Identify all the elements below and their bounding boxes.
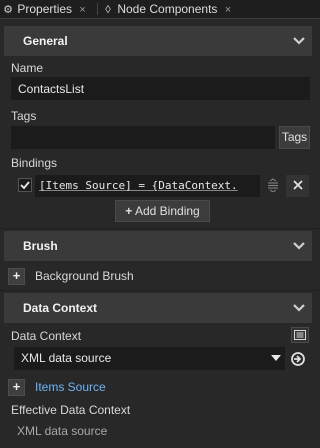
remove-binding-button[interactable] xyxy=(286,175,309,197)
divider xyxy=(0,228,320,229)
divider xyxy=(0,290,320,291)
tags-label: Tags xyxy=(11,109,37,123)
checkmark-icon xyxy=(20,181,30,190)
tab-properties[interactable]: ⚙ Properties × xyxy=(2,0,86,18)
list-icon xyxy=(294,330,306,340)
reset-arrow-icon[interactable] xyxy=(290,351,306,367)
items-source-label[interactable]: Items Source xyxy=(35,380,106,394)
section-brush-title: Brush xyxy=(23,239,58,253)
binding-checkbox[interactable] xyxy=(18,178,32,192)
close-icon[interactable]: × xyxy=(79,4,85,16)
background-brush-label: Background Brush xyxy=(35,269,134,283)
data-context-select-value: XML data source xyxy=(21,351,112,365)
tab-node-components-label: Node Components xyxy=(117,2,218,16)
tags-field[interactable] xyxy=(11,126,275,149)
tags-button[interactable]: Tags xyxy=(279,126,310,149)
gear-icon: ⚙ xyxy=(3,4,13,16)
add-binding-label: Add Binding xyxy=(134,204,200,218)
binding-expression[interactable]: [Items Source] = {DataContext. xyxy=(35,175,260,197)
dropdown-arrow-icon xyxy=(271,348,281,369)
data-context-options-button[interactable] xyxy=(291,327,309,343)
chevron-down-icon xyxy=(293,26,305,56)
chevron-down-icon xyxy=(293,231,305,261)
tab-bar: ⚙ Properties × ◊ Node Components × xyxy=(0,0,320,19)
plus-icon: + xyxy=(12,379,21,394)
add-items-source-button[interactable]: + xyxy=(8,379,25,396)
tab-divider xyxy=(97,3,98,15)
section-general-title: General xyxy=(23,34,68,48)
section-general-header[interactable]: General xyxy=(4,26,312,56)
bindings-label: Bindings xyxy=(11,156,58,170)
name-label: Name xyxy=(11,61,44,75)
add-background-brush-button[interactable]: + xyxy=(8,268,25,285)
section-data-context-title: Data Context xyxy=(23,301,98,315)
effective-data-context-value: XML data source xyxy=(17,424,108,438)
add-binding-button[interactable]: + Add Binding xyxy=(115,200,210,222)
tab-properties-label: Properties xyxy=(17,2,73,16)
close-icon xyxy=(292,180,303,190)
tab-node-components[interactable]: ◊ Node Components × xyxy=(102,0,231,18)
data-context-label: Data Context xyxy=(11,329,82,343)
close-icon[interactable]: × xyxy=(225,4,231,16)
data-context-select[interactable]: XML data source xyxy=(14,347,285,370)
name-field[interactable]: ContactsList xyxy=(11,77,310,100)
effective-data-context-label: Effective Data Context xyxy=(11,403,131,417)
plus-icon: + xyxy=(125,204,133,218)
section-brush-header[interactable]: Brush xyxy=(4,231,312,261)
components-icon: ◊ xyxy=(105,4,111,16)
chevron-down-icon xyxy=(293,293,305,323)
plus-icon: + xyxy=(12,268,21,283)
drag-handle-icon[interactable] xyxy=(266,178,280,193)
section-data-context-header[interactable]: Data Context xyxy=(4,293,312,323)
